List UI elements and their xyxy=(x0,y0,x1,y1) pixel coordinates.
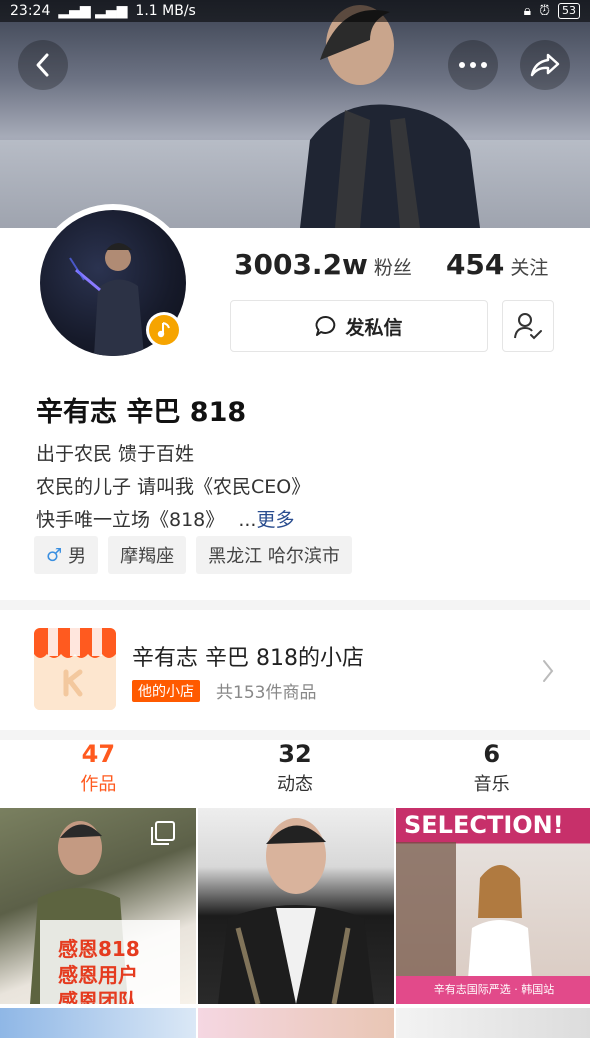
male-icon: ♂ xyxy=(46,544,63,566)
tag-zodiac-label: 摩羯座 xyxy=(120,546,175,567)
follow-user-button[interactable] xyxy=(502,300,554,352)
profile-tags: ♂ 男 摩羯座 黑龙江 哈尔滨市 xyxy=(34,536,352,574)
back-button[interactable] xyxy=(18,40,68,90)
work-thumbnail[interactable] xyxy=(0,1008,196,1038)
share-arrow-icon xyxy=(530,53,560,77)
following-count: 454 xyxy=(445,248,505,281)
tab-moments[interactable]: 32 动态 xyxy=(197,740,394,806)
work-thumbnail-image xyxy=(396,842,534,1004)
work-thumbnail-image xyxy=(218,818,374,1004)
tag-location: 黑龙江 哈尔滨市 xyxy=(196,536,352,574)
section-divider xyxy=(0,730,590,740)
store-product-count: 共153件商品 xyxy=(216,683,317,703)
work-thumbnail[interactable] xyxy=(198,808,394,1004)
multi-photo-icon xyxy=(151,821,175,845)
work-poster-text: 感恩818 感恩用户 感恩团队 xyxy=(58,936,140,1004)
work-thumbnail[interactable] xyxy=(198,1008,394,1038)
work-caption: 辛有志国际严选 · 韩国站 xyxy=(396,976,590,1004)
store-entry[interactable]: 辛有志 辛巴 818的小店 他的小店 共153件商品 xyxy=(0,612,590,730)
work-thumbnail[interactable] xyxy=(396,1008,590,1038)
share-button[interactable] xyxy=(520,40,570,90)
tag-zodiac: 摩羯座 xyxy=(108,536,187,574)
work-poster-line: 感恩用户 xyxy=(58,963,138,987)
chat-bubble-icon xyxy=(316,316,336,336)
bio-line: 出于农民 馈于百姓 xyxy=(36,443,195,465)
tab-music-count: 6 xyxy=(483,740,501,768)
store-title: 辛有志 辛巴 818的小店 xyxy=(132,646,364,671)
tab-music-label: 音乐 xyxy=(473,774,510,795)
tag-gender: ♂ 男 xyxy=(34,536,99,574)
store-logo xyxy=(34,628,116,710)
alarm-icon: ⏰︎ xyxy=(539,3,550,19)
tag-gender-label: 男 xyxy=(68,546,87,567)
network-speed: 1.1 MB/s xyxy=(135,3,196,19)
work-poster-line: 感恩818 xyxy=(58,937,140,961)
more-options-button[interactable] xyxy=(448,40,498,90)
store-awning-icon xyxy=(34,628,116,710)
lock-icon: 🔒︎ xyxy=(523,3,532,19)
profile-banner: 23:24 ▂▄▆ ▂▄▆ 1.1 MB/s 🔒︎ ⏰︎ 53 xyxy=(0,0,590,228)
profile-name: 辛有志 辛巴 818 xyxy=(36,397,247,428)
work-thumbnail[interactable]: 感恩818 感恩用户 感恩团队 xyxy=(0,808,196,1004)
works-grid: 感恩818 感恩用户 感恩团队 SELECTION! 辛有志国际严选 · 韩国站 xyxy=(0,808,590,1040)
profile-bio: 出于农民 馈于百姓 农民的儿子 请叫我《农民CEO》 快手唯一立场《818》 .… xyxy=(36,438,310,537)
music-badge xyxy=(146,312,182,348)
more-dots-icon xyxy=(459,62,487,68)
bio-line: 快手唯一立场《818》 xyxy=(36,509,225,531)
followers-label: 粉丝 xyxy=(373,257,412,279)
bio-ellipsis: ... xyxy=(238,509,257,531)
followers-stat[interactable]: 3003.2w 粉丝 xyxy=(234,248,412,281)
tag-location-label: 黑龙江 哈尔滨市 xyxy=(208,546,340,567)
tab-moments-count: 32 xyxy=(278,740,312,768)
send-message-label: 发私信 xyxy=(345,316,403,339)
chevron-right-icon xyxy=(543,660,554,682)
chevron-left-icon xyxy=(36,53,49,77)
following-label: 关注 xyxy=(510,257,549,279)
music-note-icon xyxy=(157,322,170,338)
followers-count: 3003.2w xyxy=(234,248,368,281)
send-message-button[interactable]: 发私信 xyxy=(230,300,488,352)
tab-music[interactable]: 6 音乐 xyxy=(393,740,590,806)
store-badge: 他的小店 xyxy=(132,680,200,702)
profile-stats: 3003.2w 粉丝 454 关注 xyxy=(234,248,548,281)
status-bar: 23:24 ▂▄▆ ▂▄▆ 1.1 MB/s 🔒︎ ⏰︎ 53 xyxy=(0,0,590,22)
tab-works-count: 47 xyxy=(81,740,116,768)
work-thumbnail[interactable]: SELECTION! 辛有志国际严选 · 韩国站 xyxy=(396,808,590,1004)
tab-moments-label: 动态 xyxy=(277,774,313,795)
tab-works[interactable]: 47 作品 xyxy=(0,740,197,806)
following-stat[interactable]: 454 关注 xyxy=(446,248,548,281)
profile-screen: 23:24 ▂▄▆ ▂▄▆ 1.1 MB/s 🔒︎ ⏰︎ 53 3003.2w … xyxy=(0,0,590,1040)
user-check-icon xyxy=(514,313,542,340)
section-divider xyxy=(0,600,590,610)
tab-works-label: 作品 xyxy=(80,774,117,795)
work-poster-line: 感恩团队 xyxy=(58,989,138,1004)
banner-person-image xyxy=(300,5,480,228)
signal-icon: ▂▄▆ ▂▄▆ xyxy=(58,3,128,19)
bio-line: 农民的儿子 请叫我《农民CEO》 xyxy=(36,476,311,498)
bio-more-link[interactable]: 更多 xyxy=(256,509,294,531)
content-tabs: 47 作品 32 动态 6 音乐 xyxy=(0,740,590,806)
status-time: 23:24 xyxy=(10,3,51,19)
battery-level: 53 xyxy=(558,3,580,19)
